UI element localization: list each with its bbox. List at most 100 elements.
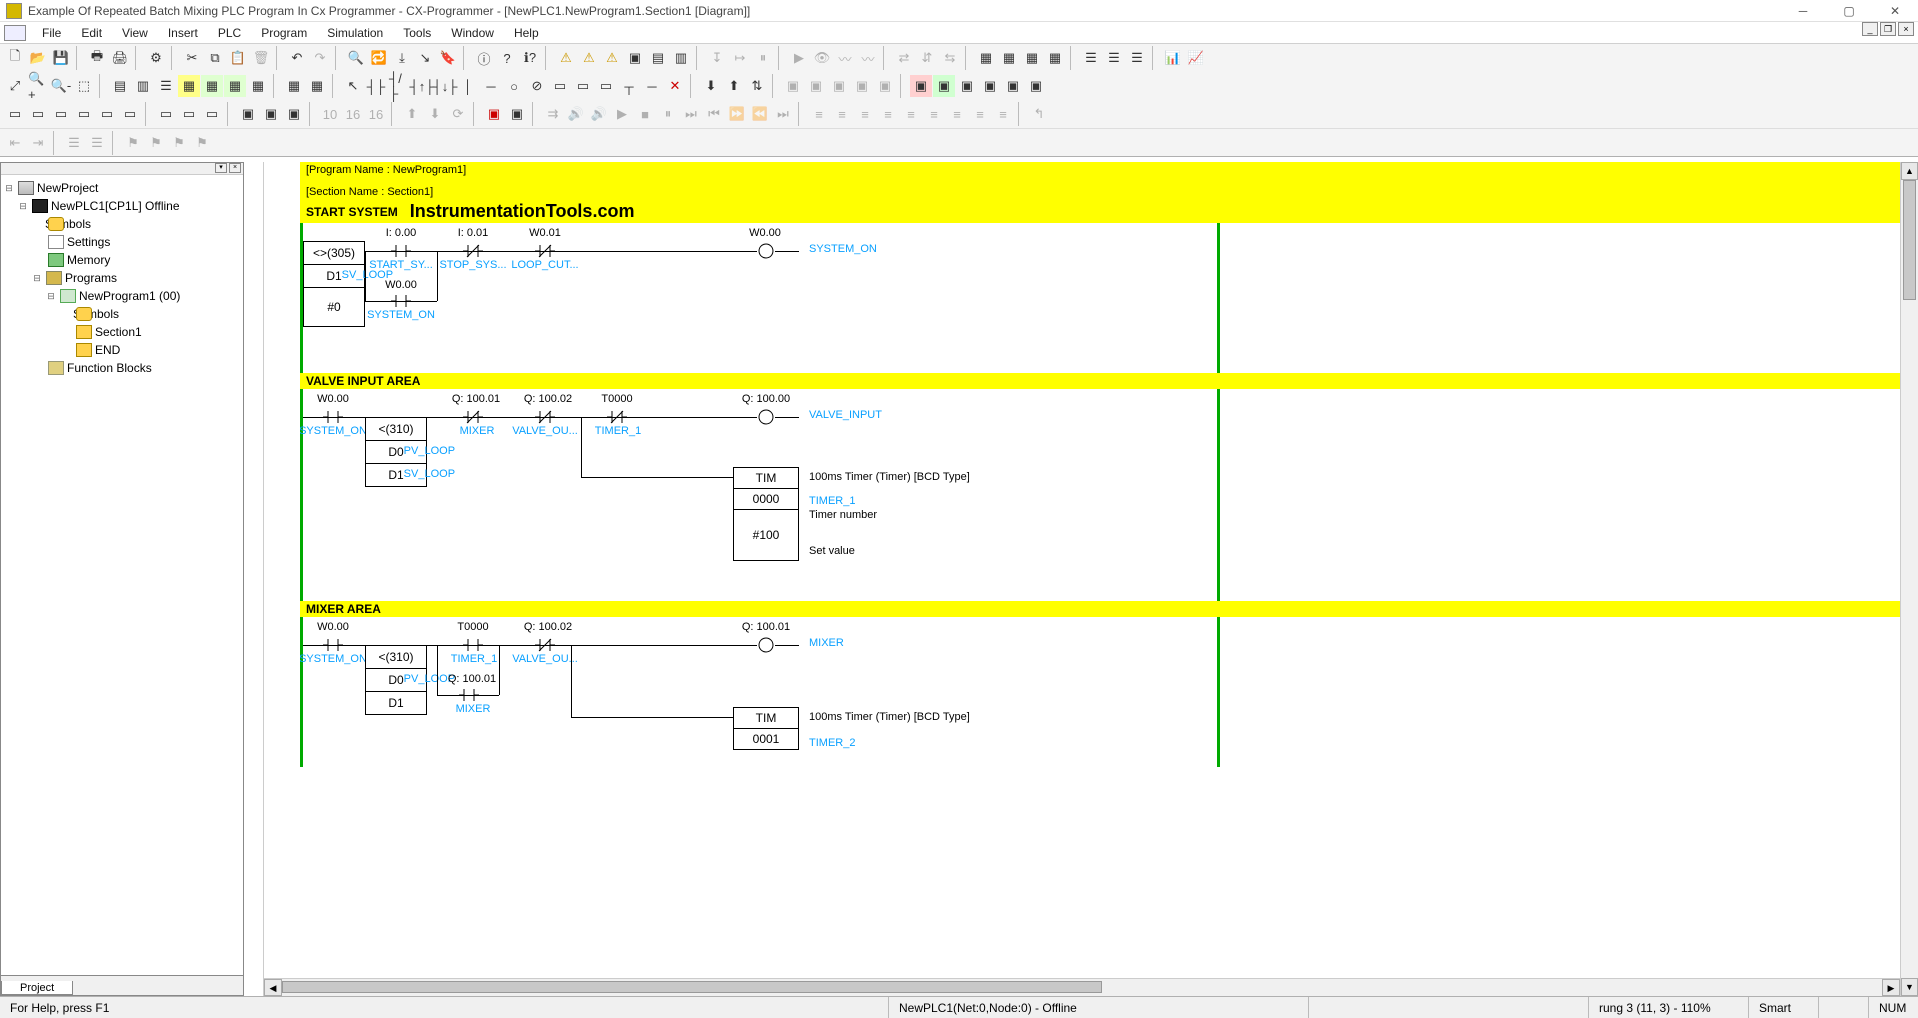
rung0-coil[interactable]	[757, 243, 775, 259]
force1-icon[interactable]: ⇉	[542, 103, 564, 125]
scroll-up-icon[interactable]: ▲	[1901, 162, 1918, 180]
menu-edit[interactable]: Edit	[71, 22, 112, 44]
mdi-minimize[interactable]: _	[1862, 22, 1878, 36]
dbg5-icon[interactable]: ⬇	[424, 103, 446, 125]
contact-no-icon[interactable]: ┤├	[365, 75, 387, 97]
coil-not-icon[interactable]: ⊘	[526, 75, 548, 97]
sim2-icon[interactable]: ▣	[933, 75, 955, 97]
tree-programs[interactable]: Programs	[65, 271, 117, 285]
zoom-fit-icon[interactable]: ⤢	[4, 75, 26, 97]
speaker2-icon[interactable]: 🔊	[588, 103, 610, 125]
dbg3-icon[interactable]: 16	[365, 103, 387, 125]
comment1-icon[interactable]: ☰	[63, 132, 85, 154]
replace-icon[interactable]: 🔁	[368, 47, 390, 69]
align10-icon[interactable]: ↰	[1028, 103, 1050, 125]
minimize-button[interactable]: ─	[1780, 0, 1826, 22]
trace-icon[interactable]: 〰	[834, 47, 856, 69]
find-icon[interactable]: 🔍	[345, 47, 367, 69]
mon5-icon[interactable]: ▣	[874, 75, 896, 97]
sim-run-icon[interactable]: ▣	[483, 103, 505, 125]
align2-icon[interactable]: ≡	[831, 103, 853, 125]
scroll-right-icon[interactable]: ▶	[1882, 979, 1900, 996]
rung2-timer-block[interactable]: TIM 0001	[733, 707, 799, 750]
mon1-icon[interactable]: ▣	[782, 75, 804, 97]
view2-icon[interactable]: ☰	[1103, 47, 1125, 69]
sim-stop-icon[interactable]: ▣	[506, 103, 528, 125]
menu-insert[interactable]: Insert	[158, 22, 208, 44]
tree-section1[interactable]: Section1	[95, 325, 142, 339]
coil-icon[interactable]: ○	[503, 75, 525, 97]
tree-end[interactable]: END	[95, 343, 120, 357]
mem3-icon[interactable]: ▦	[1021, 47, 1043, 69]
sim1-icon[interactable]: ▣	[910, 75, 932, 97]
vertical-scrollbar[interactable]: ▲ ▼	[1900, 162, 1918, 996]
align6-icon[interactable]: ≡	[923, 103, 945, 125]
copy-icon[interactable]: ⧉	[204, 47, 226, 69]
ff-icon[interactable]: ⏩	[726, 103, 748, 125]
scroll-left-icon[interactable]: ◀	[264, 979, 282, 996]
rung1-contact1[interactable]	[323, 409, 343, 425]
warning2-icon[interactable]: ⚠	[578, 47, 600, 69]
xfer2-icon[interactable]: ⇵	[916, 47, 938, 69]
rung-b-icon[interactable]: ▭	[27, 103, 49, 125]
warning-icon[interactable]: ⚠	[555, 47, 577, 69]
dbg4-icon[interactable]: ⬆	[401, 103, 423, 125]
rung-f-icon[interactable]: ▭	[119, 103, 141, 125]
rung0-branch-contact[interactable]	[391, 293, 411, 309]
tool3-icon[interactable]: ▥	[670, 47, 692, 69]
warning3-icon[interactable]: ⚠	[601, 47, 623, 69]
open-icon[interactable]: 📂	[27, 47, 49, 69]
align7-icon[interactable]: ≡	[946, 103, 968, 125]
view3-icon[interactable]: ☰	[1126, 47, 1148, 69]
scroll-down-icon[interactable]: ▼	[1901, 978, 1918, 996]
bookmark-icon[interactable]: 🔖	[437, 47, 459, 69]
find-next-icon[interactable]: ⤓	[391, 47, 413, 69]
rung1-coil[interactable]	[757, 409, 775, 425]
print-icon[interactable]: 🖨	[109, 47, 131, 69]
tree-close-icon[interactable]: ×	[229, 163, 241, 173]
tree-fb[interactable]: Function Blocks	[67, 361, 152, 375]
rung-h-icon[interactable]: ▭	[178, 103, 200, 125]
rung2-compare-block[interactable]: <(310) D0PV_LOOP D1	[365, 645, 427, 715]
xfer-a-icon[interactable]: ⬇	[700, 75, 722, 97]
rung1-timer-block[interactable]: TIM 0000 #100	[733, 467, 799, 561]
mem2-icon[interactable]: ▦	[998, 47, 1020, 69]
vscroll-thumb[interactable]	[1903, 180, 1916, 300]
menu-plc[interactable]: PLC	[208, 22, 251, 44]
flag3-icon[interactable]: ⚑	[168, 132, 190, 154]
rung1-contact2[interactable]	[463, 409, 483, 425]
line-icon[interactable]: ─	[641, 75, 663, 97]
func2-icon[interactable]: ▭	[572, 75, 594, 97]
view1-icon[interactable]: ☰	[1080, 47, 1102, 69]
rung0-contact2[interactable]	[463, 243, 483, 259]
sim5-icon[interactable]: ▣	[1002, 75, 1024, 97]
contact-p-icon[interactable]: ┤↑├	[411, 75, 433, 97]
grid8-icon[interactable]: ▦	[306, 75, 328, 97]
menu-help[interactable]: Help	[504, 22, 549, 44]
tree-memory[interactable]: Memory	[67, 253, 110, 267]
rung-j-icon[interactable]: ▣	[237, 103, 259, 125]
zoom-in-icon[interactable]: 🔍+	[27, 75, 49, 97]
end-icon[interactable]: ⏭	[772, 103, 794, 125]
play-icon[interactable]: ▶	[611, 103, 633, 125]
run-icon[interactable]: ▶	[788, 47, 810, 69]
save-icon[interactable]: 💾	[50, 47, 72, 69]
mdi-close[interactable]: ×	[1898, 22, 1914, 36]
delete-icon[interactable]: 🗑	[250, 47, 272, 69]
align1-icon[interactable]: ≡	[808, 103, 830, 125]
mon4-icon[interactable]: ▣	[851, 75, 873, 97]
info-icon[interactable]: ⓘ	[473, 47, 495, 69]
goto-icon[interactable]: ↘	[414, 47, 436, 69]
tree-settings[interactable]: Settings	[67, 235, 110, 249]
tree-pin-icon[interactable]: ▾	[215, 163, 227, 173]
horizontal-scrollbar[interactable]: ◀ ▶	[264, 978, 1900, 996]
step-over-icon[interactable]: ↦	[729, 47, 751, 69]
close-button[interactable]: ✕	[1872, 0, 1918, 22]
compile-icon[interactable]: ⚙	[145, 47, 167, 69]
rung-c-icon[interactable]: ▭	[50, 103, 72, 125]
stop-icon[interactable]: ■	[634, 103, 656, 125]
rung0-body[interactable]: 0 0 <>(305) D1SV_LOOP #0 I: 0.00 START_S…	[300, 223, 1900, 373]
dbg6-icon[interactable]: ⟳	[447, 103, 469, 125]
project-tree[interactable]: ⊟NewProject ⊟NewPLC1[CP1L] Offline Symbo…	[1, 175, 243, 975]
help-icon[interactable]: ?	[496, 47, 518, 69]
